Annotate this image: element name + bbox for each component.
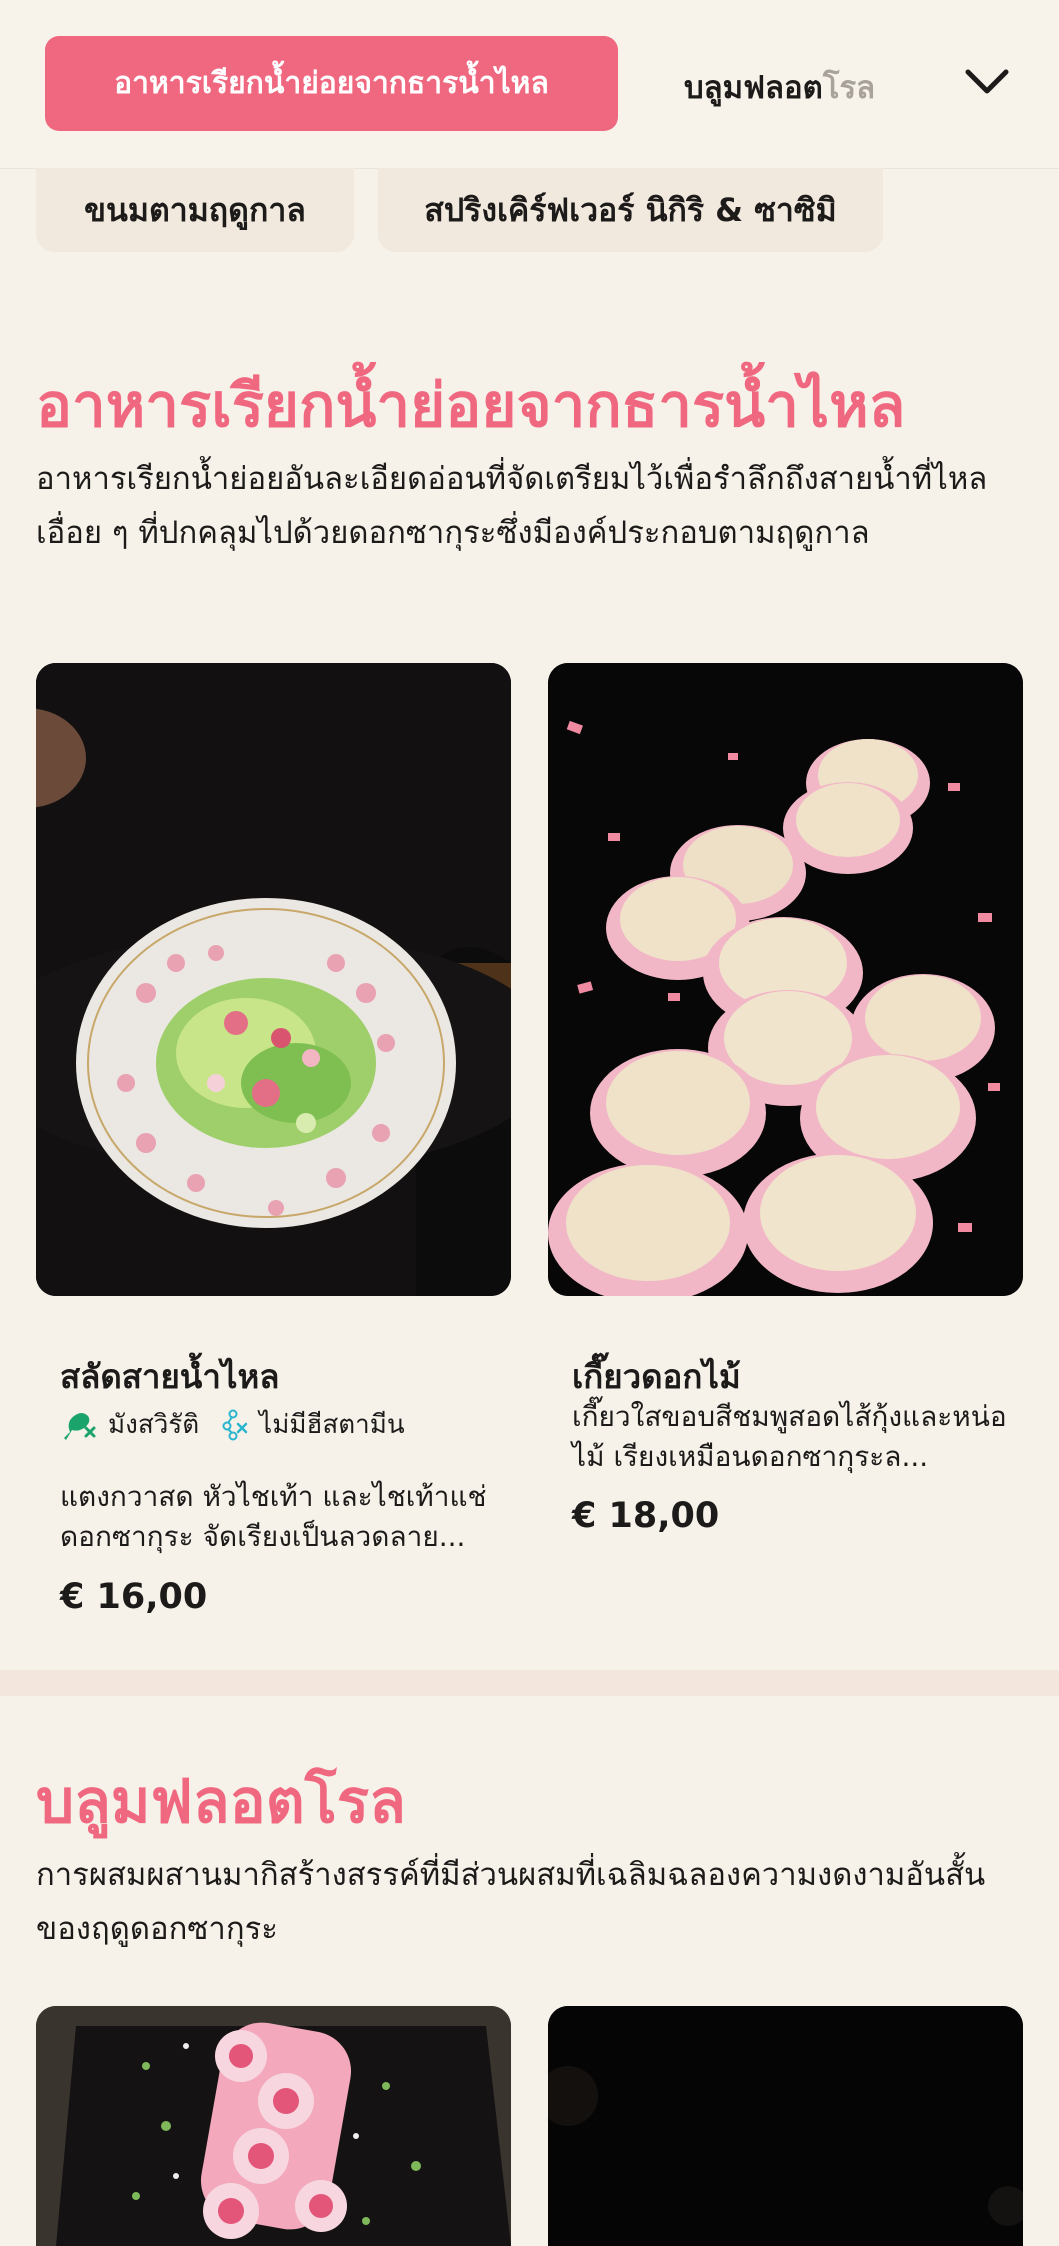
tag-label: ไม่มีฮีสตามีน bbox=[259, 1410, 405, 1440]
salad-photo bbox=[36, 663, 511, 1296]
section-description: อาหารเรียกน้ำย่อยอันละเอียดอ่อนที่จัดเตร… bbox=[36, 461, 988, 551]
menu-item-name[interactable]: สลัดสายน้ำไหล bbox=[60, 1350, 279, 1403]
menu-item-price: € 16,00 bbox=[60, 1577, 208, 1617]
dumplings-photo bbox=[548, 663, 1023, 1296]
dark-photo bbox=[548, 2006, 1023, 2246]
section-title: บลูมฟลอตโรล bbox=[36, 1767, 406, 1837]
menu-item-description: เกี๊ยวใสขอบสีชมพูสอดไส้กุ้งและหน่อไม้ เร… bbox=[572, 1400, 1007, 1473]
chip-label: ขนมตามฤดูกาล bbox=[84, 190, 306, 229]
section-title: อาหารเรียกน้ำย่อยจากธารน้ำไหล bbox=[36, 371, 906, 441]
tag-histamine-free: ไม่มีฮีสตามีน bbox=[219, 1404, 405, 1445]
tab-label: อาหารเรียกน้ำย่อยจากธารน้ำไหล bbox=[114, 66, 549, 101]
roll-image[interactable] bbox=[36, 2006, 511, 2246]
tab-bloom-float-roll[interactable]: บลูมฟลอตโรล bbox=[684, 62, 875, 112]
tag-vegetarian: มังสวิรัติ bbox=[60, 1404, 199, 1445]
dumplings-image[interactable] bbox=[548, 663, 1023, 1296]
chip-label: สปริงเคิร์ฟเวอร์ นิกิริ & ซาซิมิ bbox=[424, 190, 837, 229]
salad-image[interactable] bbox=[36, 663, 511, 1296]
item-tags: มังสวิรัติ ไม่มีฮีสตามีน bbox=[60, 1404, 425, 1445]
section-divider bbox=[0, 1670, 1059, 1696]
molecule-crossed-icon bbox=[222, 1409, 248, 1440]
chip-seasonal-desserts[interactable]: ขนมตามฤดูกาล bbox=[36, 168, 354, 252]
roll-photo bbox=[36, 2006, 511, 2246]
chevron-down-icon[interactable] bbox=[962, 64, 1012, 100]
tab-label-bold: บลูมฟลอต bbox=[684, 70, 823, 106]
menu-item-price: € 18,00 bbox=[572, 1496, 720, 1536]
tab-label-faded: โรล bbox=[822, 70, 876, 106]
menu-item-description: แตงกวาสด หัวไชเท้า และไชเท้าแช่ดอกซากุระ… bbox=[60, 1480, 487, 1553]
tab-flowing-appetizers[interactable]: อาหารเรียกน้ำย่อยจากธารน้ำไหล bbox=[45, 36, 618, 131]
roll-image-2[interactable] bbox=[548, 2006, 1023, 2246]
chip-spring-nigiri-sashimi[interactable]: สปริงเคิร์ฟเวอร์ นิกิริ & ซาซิมิ bbox=[378, 168, 883, 252]
drumstick-crossed-icon bbox=[64, 1412, 96, 1440]
category-nav-bar: อาหารเรียกน้ำย่อยจากธารน้ำไหล บลูมฟลอตโร… bbox=[0, 0, 1059, 169]
tag-label: มังสวิรัติ bbox=[108, 1410, 200, 1440]
section-description: การผสมผสานมากิสร้างสรรค์ที่มีส่วนผสมที่เ… bbox=[36, 1857, 986, 1947]
menu-item-name[interactable]: เกี๊ยวดอกไม้ bbox=[572, 1350, 741, 1403]
